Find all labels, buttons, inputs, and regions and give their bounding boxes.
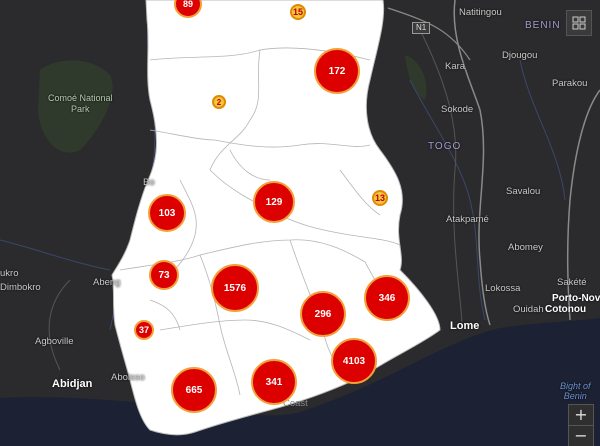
place-label-sokode: Sokode	[441, 104, 474, 115]
cluster-marker[interactable]: 37	[134, 320, 154, 340]
cluster-marker[interactable]: 4103	[331, 338, 377, 384]
water-label-bight-of-benin: Bight of Benin	[560, 381, 591, 401]
place-label-dimbokro: Dimbokro	[0, 282, 41, 293]
cluster-marker[interactable]: 15	[290, 4, 306, 20]
cluster-marker[interactable]: 73	[149, 260, 179, 290]
place-label-bo: Bo	[143, 177, 155, 188]
place-label-kara: Kara	[445, 61, 466, 72]
country-label-togo: TOGO	[428, 141, 462, 152]
place-label-abidjan: Abidjan	[52, 378, 93, 390]
zoom-out-button[interactable]: −	[569, 425, 593, 446]
cluster-marker[interactable]: 13	[372, 190, 388, 206]
place-label-parakou: Parakou	[552, 78, 588, 89]
cluster-marker[interactable]: 103	[148, 194, 186, 232]
place-label-ouidah: Ouidah	[513, 304, 544, 315]
map-canvas[interactable]: Natitingou BENIN N1 Djougou Kara Parakou…	[0, 0, 600, 446]
place-label-comoe-park: Comoé National Park	[48, 93, 113, 114]
place-label-aboisso: Aboisso	[111, 372, 145, 383]
place-label-abeng: Abeng	[93, 277, 121, 288]
cluster-marker[interactable]: 2	[212, 95, 226, 109]
place-label-djougou: Djougou	[502, 50, 538, 61]
grid-icon	[572, 16, 586, 30]
place-label-lome: Lome	[450, 320, 480, 332]
cluster-marker[interactable]: 341	[251, 359, 297, 405]
place-label-atakpame: Atakpamé	[446, 214, 489, 225]
cluster-marker[interactable]: 346	[364, 275, 410, 321]
place-label-agboville: Agboville	[35, 336, 74, 347]
place-label-savalou: Savalou	[506, 186, 541, 197]
cluster-marker[interactable]: 172	[314, 48, 360, 94]
place-label-porto-novo: Porto-Novo	[552, 293, 600, 304]
place-label-cotonou: Cotonou	[545, 304, 587, 315]
zoom-control: + −	[568, 404, 594, 446]
place-label-lokossa: Lokossa	[485, 283, 521, 294]
road-shield-n1: N1	[412, 22, 431, 34]
basemap-toggle-button[interactable]	[566, 10, 592, 36]
place-label-abomey: Abomey	[508, 242, 543, 253]
place-label-ukro: ukro	[0, 268, 19, 279]
zoom-in-button[interactable]: +	[569, 405, 593, 425]
place-label-sakete: Sakété	[557, 277, 587, 288]
cluster-marker[interactable]: 129	[253, 181, 295, 223]
cluster-marker[interactable]: 296	[300, 291, 346, 337]
cluster-marker[interactable]: 1576	[211, 264, 259, 312]
place-label-natitingou: Natitingou	[459, 7, 502, 18]
country-label-benin: BENIN	[525, 20, 561, 31]
cluster-marker[interactable]: 665	[171, 367, 217, 413]
